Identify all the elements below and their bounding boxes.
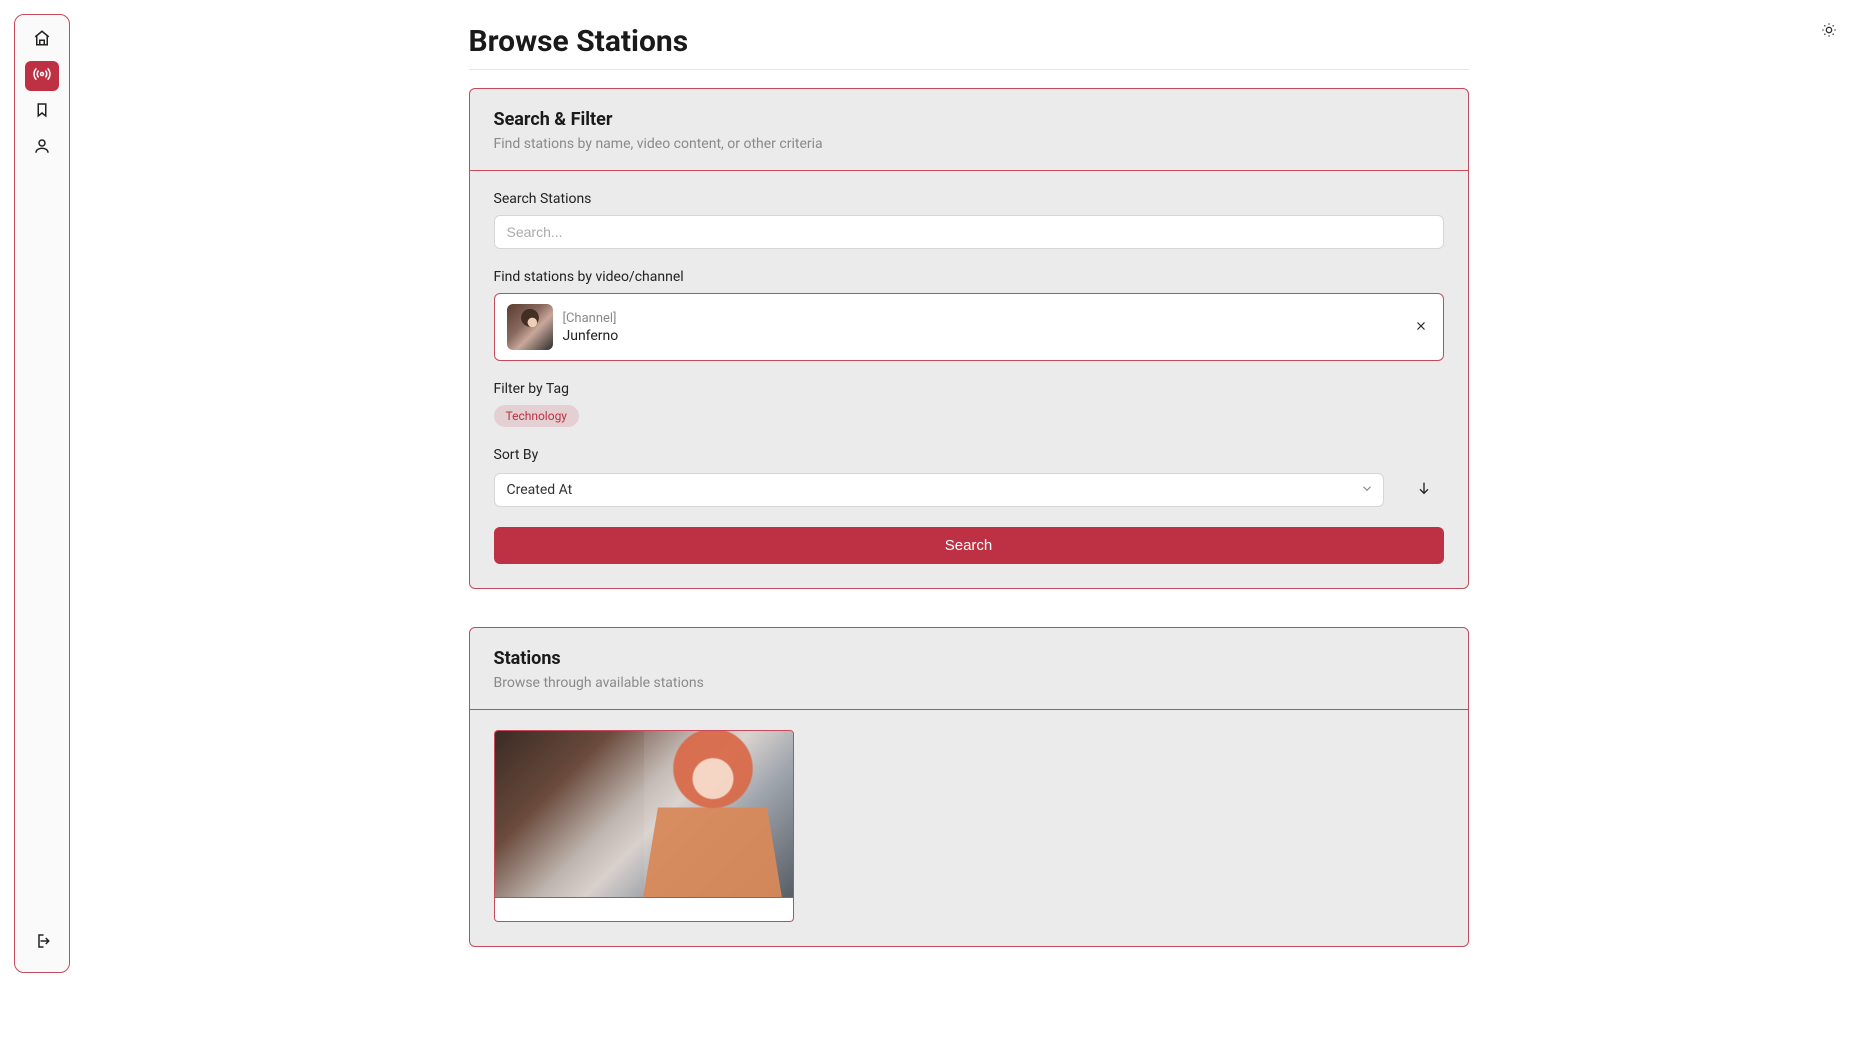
theme-toggle-button[interactable] (1815, 18, 1843, 46)
page-title: Browse Stations (469, 24, 1469, 59)
radio-icon (33, 65, 51, 87)
channel-type-label: [Channel] (563, 311, 1401, 326)
station-thumbnail (494, 730, 794, 898)
arrow-down-icon (1416, 480, 1432, 499)
channel-avatar (507, 304, 553, 350)
search-filter-card: Search & Filter Find stations by name, v… (469, 88, 1469, 589)
sidebar-item-profile[interactable] (25, 133, 59, 163)
channel-chip[interactable]: [Channel] Junferno (494, 293, 1444, 361)
channel-name: Junferno (563, 328, 1401, 344)
sidebar-item-bookmarks[interactable] (25, 97, 59, 127)
sort-by-label: Sort By (494, 447, 1444, 463)
station-title-bar (494, 898, 794, 922)
sort-direction-button[interactable] (1404, 471, 1444, 507)
sidebar-item-logout[interactable] (25, 928, 59, 958)
channel-remove-button[interactable] (1411, 317, 1431, 337)
search-button[interactable]: Search (494, 527, 1444, 564)
tag-technology[interactable]: Technology (494, 405, 579, 427)
bookmark-icon (33, 101, 51, 123)
filter-by-tag-label: Filter by Tag (494, 381, 1444, 397)
stations-card: Stations Browse through available statio… (469, 627, 1469, 947)
user-icon (33, 137, 51, 159)
sun-icon (1821, 22, 1837, 42)
sidebar (14, 14, 70, 973)
sidebar-item-home[interactable] (25, 25, 59, 55)
home-icon (33, 29, 51, 51)
logout-icon (33, 932, 51, 954)
close-icon (1414, 318, 1428, 337)
search-card-title: Search & Filter (494, 109, 1444, 130)
sort-select[interactable]: Created At (494, 473, 1384, 507)
stations-card-title: Stations (494, 648, 1444, 669)
search-input[interactable] (494, 215, 1444, 249)
main-content: Browse Stations Search & Filter Find sta… (469, 24, 1469, 985)
title-divider (469, 69, 1469, 70)
find-by-video-label: Find stations by video/channel (494, 269, 1444, 285)
sidebar-item-stations[interactable] (25, 61, 59, 91)
search-card-subtitle: Find stations by name, video content, or… (494, 136, 1444, 152)
search-stations-label: Search Stations (494, 191, 1444, 207)
stations-card-subtitle: Browse through available stations (494, 675, 1444, 691)
station-item[interactable] (494, 730, 794, 922)
